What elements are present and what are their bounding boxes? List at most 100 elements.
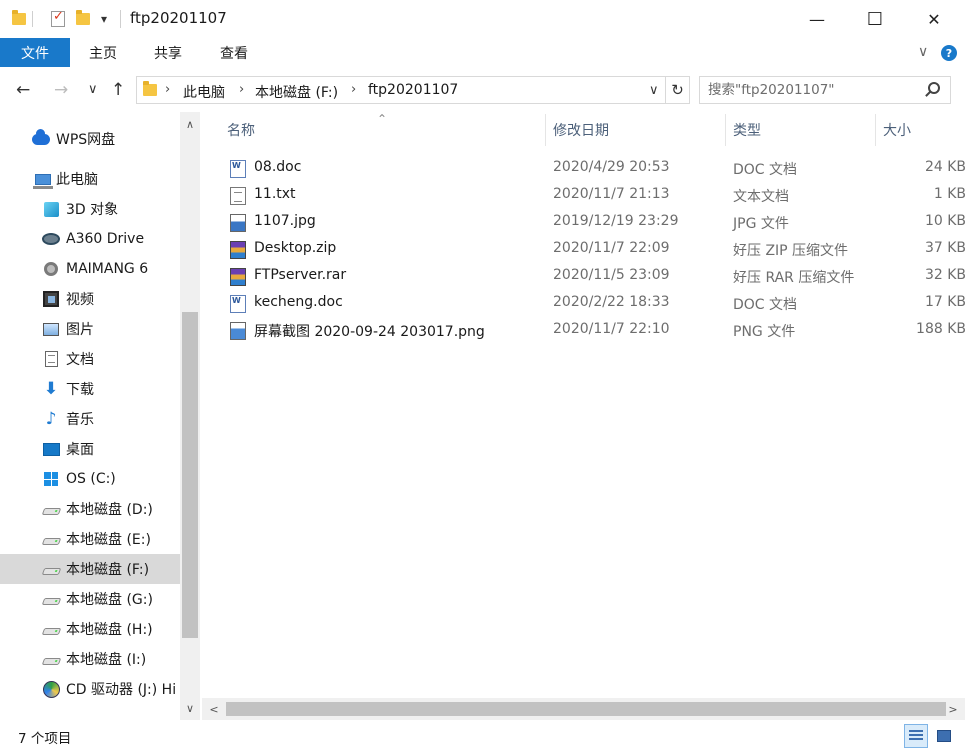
sidebar-item-label: 本地磁盘 (G:) xyxy=(66,592,153,608)
column-header-type[interactable]: 类型 xyxy=(733,112,761,148)
file-list: ⌃ 名称 修改日期 类型 大小 08.doc 2020/4/29 20:53 D… xyxy=(202,112,965,698)
file-type: 好压 ZIP 压缩文件 xyxy=(733,243,849,259)
table-row[interactable]: 11.txt 2020/11/7 21:13 文本文档 1 KB xyxy=(222,182,965,209)
search-icon[interactable] xyxy=(928,82,940,94)
sidebar-item-label: 本地磁盘 (E:) xyxy=(66,532,151,548)
sidebar-item-documents[interactable]: 文档 xyxy=(0,344,180,374)
sidebar-item-drive-i[interactable]: 本地磁盘 (I:) xyxy=(0,644,180,674)
horizontal-scrollbar[interactable]: < > xyxy=(202,698,965,720)
file-name: 1107.jpg xyxy=(254,213,316,229)
text-file-icon xyxy=(230,187,246,205)
sidebar-item-drive-g[interactable]: 本地磁盘 (G:) xyxy=(0,584,180,614)
sidebar-item-label: 3D 对象 xyxy=(66,202,119,218)
sidebar-item-a360-drive[interactable]: A360 Drive xyxy=(0,224,180,254)
maximize-button[interactable]: ☐ xyxy=(846,0,904,38)
title-divider xyxy=(120,10,121,28)
expand-ribbon-icon[interactable]: ∨ xyxy=(918,44,928,60)
scroll-left-button[interactable]: < xyxy=(204,698,224,720)
sidebar-item-drive-c[interactable]: OS (C:) xyxy=(0,464,180,494)
table-row[interactable]: 1107.jpg 2019/12/19 23:29 JPG 文件 10 KB xyxy=(222,209,965,236)
sidebar-item-label: 音乐 xyxy=(66,412,94,428)
item-count: 7 个项目 xyxy=(18,731,72,747)
download-icon: ⬇ xyxy=(43,378,59,399)
address-history-dropdown[interactable]: ∨ xyxy=(649,83,659,98)
sidebar-item-label: WPS网盘 xyxy=(56,132,116,148)
file-name: 08.doc xyxy=(254,159,302,175)
3d-objects-icon xyxy=(42,200,60,218)
address-bar[interactable]: › 此电脑 › 本地磁盘 (F:) › ftp20201107 ∨ xyxy=(136,76,666,104)
sidebar-item-desktop[interactable]: 桌面 xyxy=(0,434,180,464)
scroll-down-button[interactable]: ∨ xyxy=(180,698,200,718)
column-header-name[interactable]: 名称 xyxy=(227,112,255,148)
column-header-size[interactable]: 大小 xyxy=(883,112,911,148)
sidebar-item-drive-f[interactable]: 本地磁盘 (F:) xyxy=(0,554,180,584)
details-view-icon xyxy=(909,730,923,742)
table-row[interactable]: kecheng.doc 2020/2/22 18:33 DOC 文档 17 KB xyxy=(222,290,965,317)
large-icons-view-button[interactable] xyxy=(932,724,956,748)
column-divider[interactable] xyxy=(725,114,726,146)
details-view-button[interactable] xyxy=(904,724,928,748)
sidebar-item-drive-h[interactable]: 本地磁盘 (H:) xyxy=(0,614,180,644)
file-type: 好压 RAR 压缩文件 xyxy=(733,270,855,286)
scroll-right-button[interactable]: > xyxy=(943,698,963,720)
sidebar-item-label: CD 驱动器 (J:) Hi xyxy=(66,682,177,698)
help-icon[interactable]: ? xyxy=(941,45,957,61)
up-button[interactable]: ↑ xyxy=(111,80,125,100)
file-date: 2020/11/5 23:09 xyxy=(553,267,670,283)
file-size: 24 KB xyxy=(924,159,965,175)
table-row[interactable]: 08.doc 2020/4/29 20:53 DOC 文档 24 KB xyxy=(222,155,965,182)
table-row[interactable]: 屏幕截图 2020-09-24 203017.png 2020/11/7 22:… xyxy=(222,317,965,344)
sidebar-scrollbar[interactable]: ∧ ∨ xyxy=(180,112,200,720)
file-name: 11.txt xyxy=(254,186,296,202)
sidebar-item-cd-drive-j[interactable]: CD 驱动器 (J:) Hi xyxy=(0,674,180,704)
documents-icon xyxy=(42,350,60,368)
file-name: kecheng.doc xyxy=(254,294,343,310)
sidebar-item-music[interactable]: ♪ 音乐 xyxy=(0,404,180,434)
breadcrumb-current-folder[interactable]: ftp20201107 xyxy=(368,82,458,98)
column-header-date[interactable]: 修改日期 xyxy=(553,112,609,148)
minimize-button[interactable]: — xyxy=(788,0,846,38)
table-row[interactable]: FTPserver.rar 2020/11/5 23:09 好压 RAR 压缩文… xyxy=(222,263,965,290)
sidebar-item-wps-cloud[interactable]: WPS网盘 xyxy=(0,124,180,154)
refresh-button[interactable]: ↻ xyxy=(666,76,690,104)
search-input[interactable] xyxy=(700,77,920,103)
tab-file[interactable]: 文件 xyxy=(0,38,70,67)
search-box xyxy=(699,76,951,104)
windows-drive-icon xyxy=(42,470,60,488)
drive-icon xyxy=(41,560,61,578)
sidebar-item-drive-e[interactable]: 本地磁盘 (E:) xyxy=(0,524,180,554)
sidebar-item-pictures[interactable]: 图片 xyxy=(0,314,180,344)
new-folder-icon[interactable] xyxy=(74,9,92,29)
horizontal-scrollbar-thumb[interactable] xyxy=(226,702,946,716)
back-button[interactable]: ← xyxy=(16,80,30,100)
recent-locations-button[interactable]: ∨ xyxy=(88,82,98,97)
sidebar-item-downloads[interactable]: ⬇ 下载 xyxy=(0,374,180,404)
scroll-up-button[interactable]: ∧ xyxy=(180,114,200,134)
archive-file-icon xyxy=(230,241,246,259)
folder-icon[interactable] xyxy=(10,9,28,29)
qa-divider xyxy=(30,9,34,29)
tab-view[interactable]: 查看 xyxy=(202,38,266,67)
sidebar-item-drive-d[interactable]: 本地磁盘 (D:) xyxy=(0,494,180,524)
scrollbar-thumb[interactable] xyxy=(182,312,198,638)
file-size: 17 KB xyxy=(924,294,965,310)
properties-icon[interactable] xyxy=(48,9,68,29)
desktop-icon xyxy=(42,440,60,458)
file-size: 188 KB xyxy=(916,321,965,337)
column-divider[interactable] xyxy=(875,114,876,146)
forward-button[interactable]: → xyxy=(54,80,68,100)
column-divider[interactable] xyxy=(545,114,546,146)
sidebar-item-3d-objects[interactable]: 3D 对象 xyxy=(0,194,180,224)
breadcrumb-this-pc[interactable]: 此电脑 xyxy=(183,82,225,102)
image-file-icon xyxy=(230,322,246,340)
tab-share[interactable]: 共享 xyxy=(136,38,200,67)
sidebar-item-maimang[interactable]: MAIMANG 6 xyxy=(0,254,180,284)
customize-quick-access-icon[interactable]: ▾ xyxy=(96,9,112,29)
tab-home[interactable]: 主页 xyxy=(72,38,134,67)
sidebar-item-videos[interactable]: 视频 xyxy=(0,284,180,314)
close-button[interactable]: ✕ xyxy=(905,0,963,38)
table-row[interactable]: Desktop.zip 2020/11/7 22:09 好压 ZIP 压缩文件 … xyxy=(222,236,965,263)
breadcrumb-drive-f[interactable]: 本地磁盘 (F:) xyxy=(255,82,338,102)
sidebar-item-this-pc[interactable]: 此电脑 xyxy=(0,164,180,194)
a360-drive-icon xyxy=(42,230,60,248)
